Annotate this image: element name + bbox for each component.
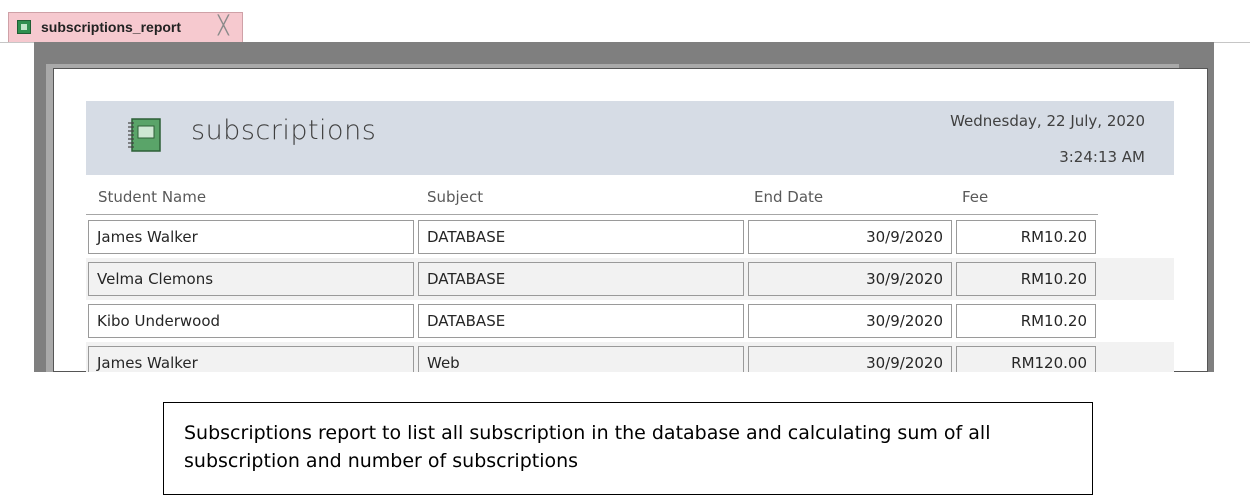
column-header-end-date: End Date [754,188,824,206]
cell-student-name[interactable]: Velma Clemons [88,262,414,296]
report-icon [17,20,31,34]
cell-end-date[interactable]: 30/9/2020 [748,304,952,338]
cell-subject[interactable]: DATABASE [418,304,744,338]
table-row: James Walker Web 30/9/2020 RM120.00 [86,342,1174,372]
column-header-fee: Fee [962,188,989,206]
notebook-icon [128,118,161,152]
cell-fee[interactable]: RM10.20 [956,220,1096,254]
caption-box: Subscriptions report to list all subscri… [163,402,1093,495]
column-header-subject: Subject [427,188,484,206]
cell-end-date[interactable]: 30/9/2020 [748,262,952,296]
column-header-student-name: Student Name [98,188,207,206]
cell-fee[interactable]: RM10.20 [956,262,1096,296]
caption-text: Subscriptions report to list all subscri… [184,422,991,472]
tab-subscriptions-report[interactable]: subscriptions_report ╳ [8,12,243,42]
cell-subject[interactable]: DATABASE [418,220,744,254]
tab-label: subscriptions_report [41,19,182,35]
table-row: James Walker DATABASE 30/9/2020 RM10.20 [86,216,1174,258]
cell-student-name[interactable]: Kibo Underwood [88,304,414,338]
header-divider [86,214,1098,215]
report-date: Wednesday, 22 July, 2020 [950,112,1145,130]
cell-subject[interactable]: Web [418,346,744,372]
cell-fee[interactable]: RM10.20 [956,304,1096,338]
cell-end-date[interactable]: 30/9/2020 [748,346,952,372]
cell-subject[interactable]: DATABASE [418,262,744,296]
report-time: 3:24:13 AM [1059,148,1145,166]
table-row: Velma Clemons DATABASE 30/9/2020 RM10.20 [86,258,1174,300]
document-tab-bar: subscriptions_report ╳ [0,0,1250,43]
report-title: subscriptions [191,115,377,146]
close-icon[interactable]: ╳ [218,16,229,36]
table-row: Kibo Underwood DATABASE 30/9/2020 RM10.2… [86,300,1174,342]
cell-student-name[interactable]: James Walker [88,346,414,372]
cell-end-date[interactable]: 30/9/2020 [748,220,952,254]
cell-fee[interactable]: RM120.00 [956,346,1096,372]
cell-student-name[interactable]: James Walker [88,220,414,254]
